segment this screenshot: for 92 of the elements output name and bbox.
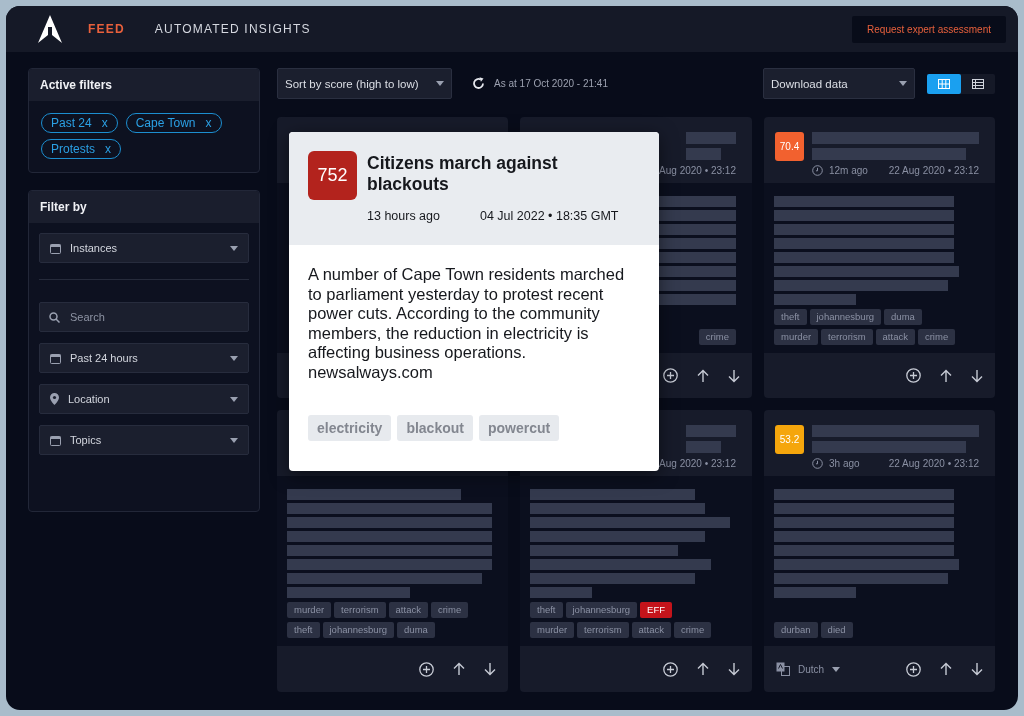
- arrow-up-icon[interactable]: [453, 662, 465, 676]
- tag: crime: [430, 602, 469, 618]
- panel-title: Filter by: [29, 191, 259, 223]
- date-text: 22 Aug 2020 • 23:12: [888, 458, 979, 469]
- date-text: 04 Jul 2022 • 18:35 GMT: [480, 209, 619, 223]
- caret-icon: [899, 81, 907, 86]
- tag: terrorism: [334, 602, 386, 618]
- tag: murder: [530, 622, 575, 638]
- remove-icon[interactable]: x: [205, 116, 212, 130]
- tag: duma: [397, 622, 435, 638]
- search-field[interactable]: Search: [39, 302, 249, 332]
- tag: attack: [875, 329, 915, 345]
- grid-icon: [938, 78, 950, 89]
- add-icon[interactable]: [419, 661, 434, 677]
- filter-dropdown[interactable]: Topics: [39, 425, 249, 455]
- nav-tab[interactable]: FEED: [88, 22, 125, 36]
- arrow-down-icon[interactable]: [728, 662, 740, 676]
- tag: crime: [917, 329, 956, 345]
- language-dropdown[interactable]: Dutch: [776, 662, 841, 676]
- score-badge: 752: [308, 151, 357, 200]
- arrow-up-icon[interactable]: [940, 662, 952, 676]
- tag: durban: [774, 622, 818, 638]
- calendar-icon: [50, 352, 61, 364]
- filter-dropdown[interactable]: Past 24 hours: [39, 343, 249, 373]
- grid-view-button[interactable]: [927, 73, 961, 94]
- caret-icon: [230, 437, 238, 443]
- refresh-icon[interactable]: [472, 77, 485, 90]
- tag: EFF: [640, 602, 673, 618]
- arrow-up-icon[interactable]: [940, 368, 952, 383]
- arrow-down-icon[interactable]: [971, 662, 983, 676]
- tag: johannesburg: [809, 309, 882, 325]
- score-badge: 53.2: [775, 425, 804, 454]
- tag: duma: [884, 309, 922, 325]
- tag: theft: [774, 309, 807, 325]
- nav-tab[interactable]: AUTOMATED INSIGHTS: [154, 22, 311, 36]
- caret-icon: [230, 355, 238, 361]
- filter-dropdown[interactable]: Instances: [39, 233, 249, 263]
- tag: attack: [631, 622, 671, 638]
- clock-icon: [812, 458, 823, 469]
- tag: johannesburg: [322, 622, 395, 638]
- tag: terrorism: [821, 329, 873, 345]
- request-button[interactable]: Request expert assessment: [852, 15, 1006, 43]
- time-ago-text: 13 hours ago: [367, 209, 440, 223]
- clock-icon: [812, 165, 823, 176]
- tag: crime: [673, 622, 712, 638]
- arrow-down-icon[interactable]: [971, 368, 983, 383]
- add-icon[interactable]: [906, 661, 921, 677]
- tag: blackout: [397, 415, 473, 441]
- timestamp-text: As at 17 Oct 2020 - 21:41: [494, 78, 608, 89]
- list-icon: [972, 78, 984, 89]
- location-pin-icon: [50, 393, 59, 405]
- filter-dropdown[interactable]: Location: [39, 384, 249, 414]
- caret-icon: [832, 666, 841, 672]
- tag: johannesburg: [565, 602, 638, 618]
- remove-icon[interactable]: x: [101, 116, 108, 130]
- arrow-up-icon[interactable]: [697, 368, 709, 383]
- article-title: Citizens march against blackouts: [367, 153, 559, 195]
- article-text: A number of Cape Town residents marched to parliament yesterday to protest recent power cuts. According to the community members, the reduction in electricity is affecting business operations. newsalways.com: [308, 265, 626, 382]
- tag: theft: [287, 622, 320, 638]
- date-text: Aug 2020 • 23:12: [659, 165, 736, 176]
- time-ago-text: 12m ago: [829, 165, 868, 176]
- caret-icon: [230, 396, 238, 402]
- tag: died: [820, 622, 853, 638]
- translate-icon: [776, 662, 790, 676]
- date-text: 22 Aug 2020 • 23:12: [888, 165, 979, 176]
- caret-icon: [436, 81, 444, 86]
- panel-title: Active filters: [29, 69, 259, 101]
- time-ago-text: 3h ago: [829, 458, 860, 469]
- remove-icon[interactable]: x: [105, 142, 111, 156]
- tag: theft: [530, 602, 563, 618]
- tag: attack: [388, 602, 428, 618]
- add-icon[interactable]: [663, 368, 678, 383]
- tag: powercut: [478, 415, 560, 441]
- date-text: Aug 2020 • 23:12: [659, 458, 736, 469]
- tag: murder: [287, 602, 332, 618]
- caret-icon: [230, 245, 238, 251]
- arrow-down-icon[interactable]: [484, 662, 496, 676]
- logo-icon: [38, 15, 62, 43]
- add-icon[interactable]: [906, 368, 921, 383]
- arrow-down-icon[interactable]: [728, 368, 740, 383]
- tag: terrorism: [577, 622, 629, 638]
- add-icon[interactable]: [663, 661, 678, 677]
- score-badge: 70.4: [775, 132, 804, 161]
- search-icon: [49, 312, 60, 323]
- arrow-up-icon[interactable]: [697, 662, 709, 676]
- tag: murder: [774, 329, 819, 345]
- sort-dropdown[interactable]: Sort by score (high to low): [277, 68, 452, 99]
- tag: electricity: [308, 415, 392, 441]
- calendar-icon: [50, 434, 61, 446]
- download-dropdown[interactable]: Download data: [763, 68, 915, 99]
- tag: crime: [698, 329, 736, 345]
- calendar-icon: [50, 242, 61, 254]
